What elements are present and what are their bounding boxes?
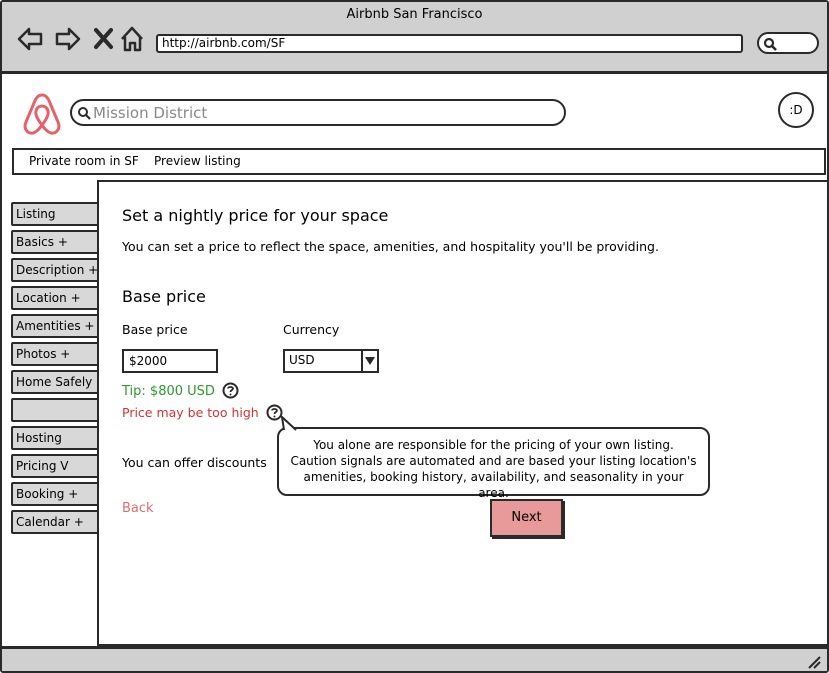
- sidebar-item-photos[interactable]: Photos +: [11, 342, 100, 366]
- discounts-text: You can offer discounts: [122, 455, 267, 470]
- section-title: Base price: [122, 287, 206, 306]
- sidebar-item-location[interactable]: Location +: [11, 286, 100, 310]
- currency-select-value: USD: [289, 353, 315, 367]
- back-link[interactable]: Back: [122, 501, 154, 516]
- sidebar-item-booking[interactable]: Booking +: [11, 482, 100, 506]
- next-button[interactable]: Next: [490, 499, 563, 537]
- help-icon[interactable]: [222, 382, 239, 399]
- site-search-input[interactable]: Mission District: [70, 99, 566, 126]
- resize-grip-icon[interactable]: [807, 655, 821, 669]
- breadcrumb-item-room[interactable]: Private room in SF: [29, 154, 139, 168]
- status-bar: [2, 646, 827, 671]
- page-title: Set a nightly price for your space: [122, 206, 389, 225]
- home-icon[interactable]: [119, 25, 147, 53]
- sidebar-item-blank[interactable]: [11, 398, 100, 422]
- airbnb-logo-icon[interactable]: [20, 89, 64, 137]
- sidebar-item-calendar[interactable]: Calendar +: [11, 510, 100, 534]
- site-search-text: Mission District: [93, 104, 208, 122]
- window-title: Airbnb San Francisco: [346, 7, 483, 22]
- avatar[interactable]: :D: [778, 92, 814, 128]
- pricing-tooltip: You alone are responsible for the pricin…: [277, 427, 710, 500]
- breadcrumb: Private room in SF Preview listing: [12, 148, 826, 175]
- sidebar-item-pricing[interactable]: Pricing V: [11, 454, 100, 478]
- search-icon: [763, 37, 777, 51]
- intro-text: You can set a price to reflect the space…: [122, 239, 659, 254]
- sidebar-item-listing[interactable]: Listing: [11, 202, 100, 226]
- base-price-input[interactable]: $2000: [122, 349, 218, 373]
- dropdown-button[interactable]: [361, 351, 377, 371]
- browser-search-field[interactable]: [757, 32, 819, 54]
- back-arrow-icon[interactable]: [16, 25, 44, 53]
- tooltip-pointer: [281, 416, 297, 431]
- browser-window: Airbnb San Francisco http://airbnb.com/S…: [0, 0, 829, 673]
- sidebar-item-description[interactable]: Description +: [11, 258, 100, 282]
- tip-text: Tip: $800 USD: [122, 384, 215, 399]
- currency-label: Currency: [283, 322, 340, 337]
- forward-arrow-icon[interactable]: [54, 25, 82, 53]
- url-bar[interactable]: http://airbnb.com/SF: [156, 34, 743, 53]
- sidebar-item-basics[interactable]: Basics +: [11, 230, 100, 254]
- breadcrumb-item-preview[interactable]: Preview listing: [154, 154, 241, 168]
- sidebar-item-hosting[interactable]: Hosting: [11, 426, 100, 450]
- chevron-down-icon: [365, 357, 375, 365]
- currency-select[interactable]: USD: [283, 349, 379, 373]
- search-icon: [78, 107, 91, 120]
- browser-toolbar: Airbnb San Francisco http://airbnb.com/S…: [2, 2, 827, 74]
- base-price-label: Base price: [122, 322, 188, 337]
- sidebar-item-amentities[interactable]: Amentities +: [11, 314, 100, 338]
- close-icon[interactable]: [91, 25, 119, 53]
- warning-text: Price may be too high: [122, 405, 259, 420]
- sidebar-item-home-safely[interactable]: Home Safely: [11, 370, 100, 394]
